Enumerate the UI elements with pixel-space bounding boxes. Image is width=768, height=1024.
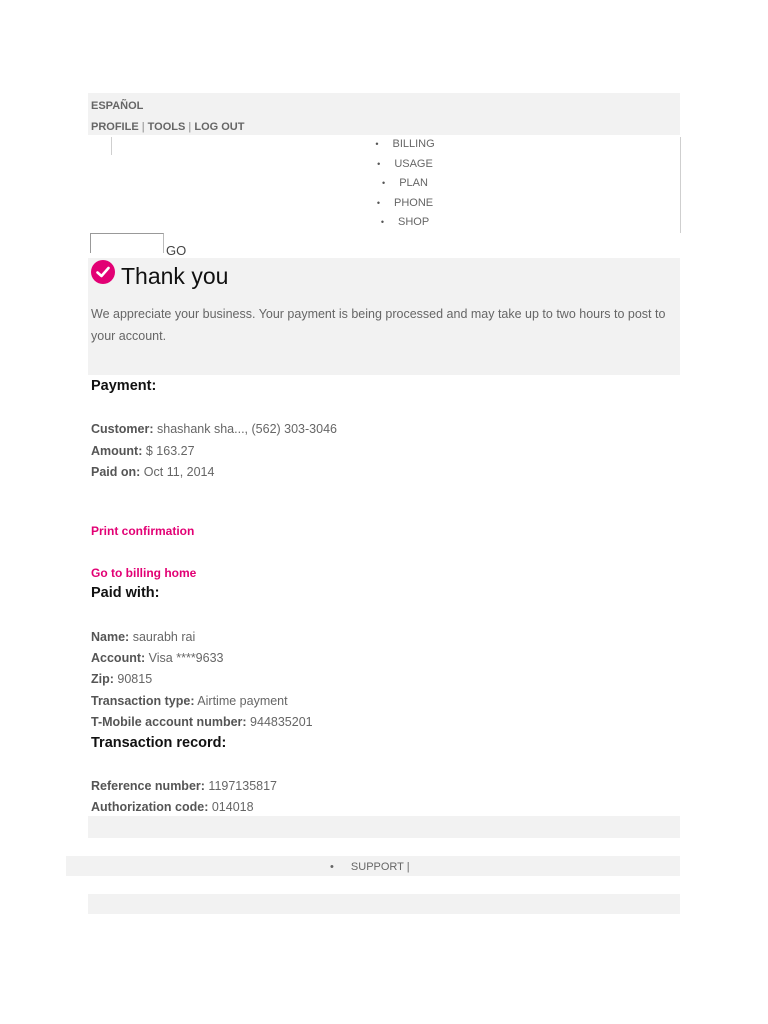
name-row: Name: saurabh rai bbox=[91, 630, 195, 644]
paid-on-row: Paid on: Oct 11, 2014 bbox=[91, 465, 214, 479]
amount-label: Amount: bbox=[91, 444, 143, 458]
tools-link[interactable]: TOOLS bbox=[148, 121, 186, 133]
nav-item-label: BILLING bbox=[392, 138, 435, 150]
amount-value: $ 163.27 bbox=[145, 444, 195, 458]
logout-link[interactable]: LOG OUT bbox=[194, 121, 244, 133]
transaction-type-label: Transaction type: bbox=[91, 694, 195, 708]
nav-item-shop[interactable]: • SHOP bbox=[330, 216, 480, 236]
bullet-icon: • bbox=[376, 197, 381, 208]
separator: | bbox=[406, 861, 410, 873]
authorization-row: Authorization code: 014018 bbox=[91, 800, 254, 814]
zip-row: Zip: 90815 bbox=[91, 672, 152, 686]
customer-row: Customer: shashank sha..., (562) 303-304… bbox=[91, 422, 337, 436]
reference-label: Reference number: bbox=[91, 779, 205, 793]
name-value: saurabh rai bbox=[132, 630, 196, 644]
divider bbox=[111, 137, 112, 155]
customer-label: Customer: bbox=[91, 422, 154, 436]
print-confirmation-link[interactable]: Print confirmation bbox=[91, 524, 194, 538]
zip-value: 90815 bbox=[117, 672, 153, 686]
bullet-icon: • bbox=[382, 178, 386, 188]
footer-nav: • SUPPORT | bbox=[330, 861, 410, 873]
check-circle-icon bbox=[91, 260, 115, 284]
language-link[interactable]: ESPAÑOL bbox=[91, 100, 143, 112]
payment-heading: Payment: bbox=[91, 378, 157, 394]
separator: | bbox=[141, 121, 145, 133]
name-label: Name: bbox=[91, 630, 130, 644]
authorization-label: Authorization code: bbox=[91, 800, 209, 814]
profile-link[interactable]: PROFILE bbox=[91, 121, 139, 133]
bullet-icon: • bbox=[375, 139, 379, 149]
customer-value: shashank sha..., (562) 303-3046 bbox=[157, 422, 337, 436]
nav-item-label: USAGE bbox=[394, 157, 433, 170]
zip-label: Zip: bbox=[91, 672, 114, 686]
paid-with-heading: Paid with: bbox=[91, 585, 160, 601]
nav-item-label: PHONE bbox=[394, 196, 434, 209]
support-link[interactable]: SUPPORT bbox=[351, 861, 404, 873]
transaction-record-heading: Transaction record: bbox=[91, 735, 227, 751]
reference-row: Reference number: 1197135817 bbox=[91, 779, 277, 793]
transaction-type-value: Airtime payment bbox=[197, 694, 288, 708]
account-row: Account: Visa ****9633 bbox=[91, 651, 224, 665]
tmobile-account-row: T-Mobile account number: 944835201 bbox=[91, 715, 313, 729]
account-links: PROFILE | TOOLS | LOG OUT bbox=[91, 121, 244, 133]
nav-item-billing[interactable]: • BILLING bbox=[330, 138, 480, 158]
bullet-icon: • bbox=[330, 861, 334, 873]
authorization-value: 014018 bbox=[211, 800, 254, 814]
tmobile-account-label: T-Mobile account number: bbox=[91, 715, 247, 729]
nav-item-label: PLAN bbox=[399, 177, 428, 189]
transaction-type-row: Transaction type: Airtime payment bbox=[91, 694, 288, 708]
amount-row: Amount: $ 163.27 bbox=[91, 444, 195, 458]
reference-value: 1197135817 bbox=[208, 779, 278, 793]
billing-home-link[interactable]: Go to billing home bbox=[91, 566, 196, 580]
main-nav: • BILLING • USAGE • PLAN • PHONE • SHOP bbox=[330, 138, 480, 236]
account-label: Account: bbox=[91, 651, 146, 665]
thank-you-message: We appreciate your business. Your paymen… bbox=[91, 307, 666, 343]
paid-on-label: Paid on: bbox=[91, 465, 141, 479]
bullet-icon: • bbox=[380, 217, 384, 227]
go-button[interactable]: GO bbox=[166, 243, 186, 258]
search-input[interactable] bbox=[90, 233, 164, 253]
paid-on-value: Oct 11, 2014 bbox=[143, 465, 215, 479]
tmobile-account-value: 944835201 bbox=[250, 715, 313, 729]
account-value: Visa ****9633 bbox=[148, 651, 224, 665]
nav-item-plan[interactable]: • PLAN bbox=[330, 177, 480, 197]
nav-item-usage[interactable]: • USAGE bbox=[330, 158, 480, 178]
nav-item-label: SHOP bbox=[397, 216, 430, 228]
divider bbox=[680, 137, 681, 233]
bullet-icon: • bbox=[377, 158, 381, 169]
footer-bottom-bar bbox=[88, 894, 680, 914]
page-title: Thank you bbox=[121, 263, 229, 289]
separator: | bbox=[188, 121, 192, 133]
nav-item-phone[interactable]: • PHONE bbox=[330, 197, 480, 217]
footer-bar bbox=[88, 816, 680, 838]
